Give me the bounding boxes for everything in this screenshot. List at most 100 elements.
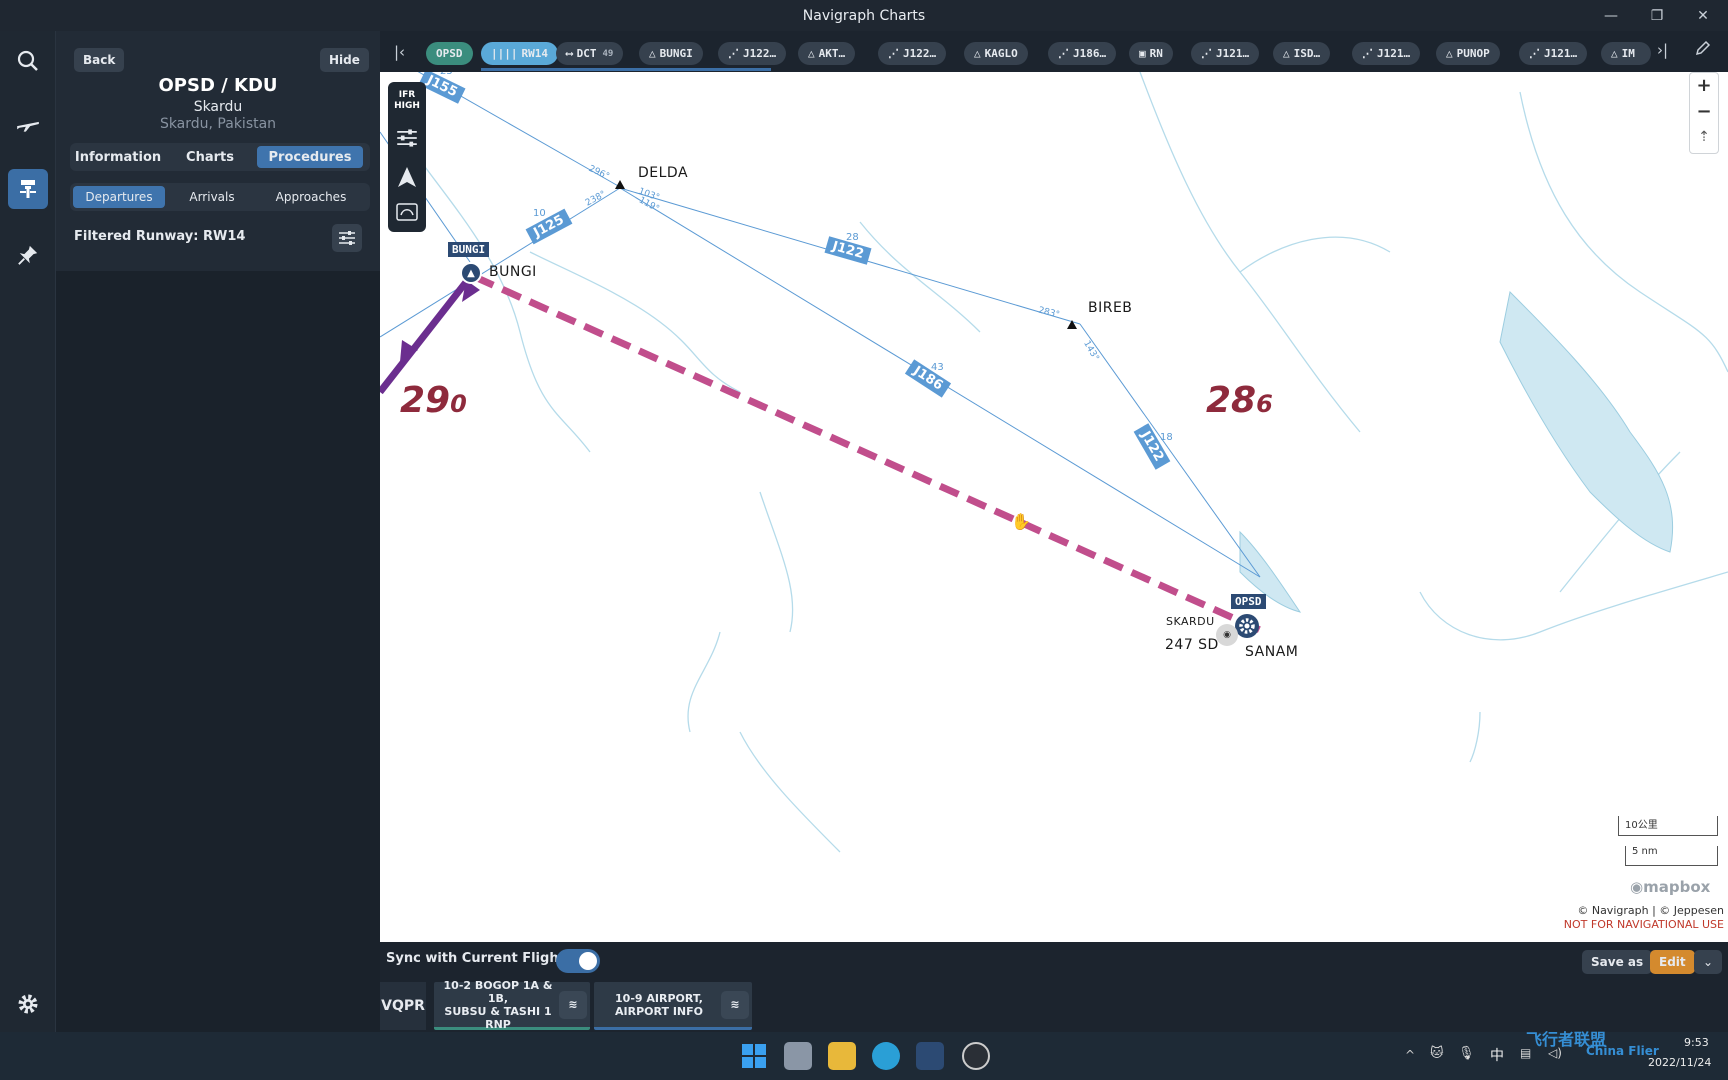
- tray-chevron-icon[interactable]: ^: [1405, 1048, 1415, 1062]
- edit-button[interactable]: Edit: [1650, 950, 1695, 974]
- pins-button[interactable]: [8, 235, 48, 275]
- flight-button[interactable]: [8, 104, 48, 144]
- back-button[interactable]: Back: [74, 48, 125, 72]
- waypoint-icon: △: [974, 47, 981, 60]
- chart-tile-line: 10-9 AIRPORT,: [615, 991, 703, 1005]
- chip-waypoint[interactable]: △ KAGLO: [964, 42, 1028, 65]
- clock-time[interactable]: 9:53: [1684, 1036, 1709, 1049]
- airway-j125-distance: 10: [533, 208, 546, 219]
- opsd-tag: OPSD: [1231, 594, 1266, 609]
- chip-waypoint[interactable]: △ IM: [1601, 42, 1651, 65]
- map-copyright: © Navigraph | © Jeppesen: [1577, 904, 1724, 917]
- map-tools: IFR HIGH: [388, 82, 426, 232]
- chip-label: J122…: [903, 47, 937, 60]
- ifr-high-button[interactable]: IFR HIGH: [388, 90, 426, 112]
- sync-toggle[interactable]: [556, 949, 600, 973]
- layers-button[interactable]: ≋: [721, 990, 749, 1019]
- tab-charts[interactable]: Charts: [167, 146, 253, 168]
- task-view-icon[interactable]: [784, 1042, 812, 1070]
- mora-right: 286: [1206, 380, 1273, 421]
- file-explorer-icon[interactable]: [828, 1042, 856, 1070]
- chip-navaid[interactable]: ▣ RN: [1129, 42, 1173, 65]
- chart-tile[interactable]: 10-2 BOGOP 1A & 1B, SUBSU & TASHI 1 RNP ≋: [434, 979, 590, 1031]
- waypoint-sanam[interactable]: SANAM: [1245, 644, 1298, 660]
- bungi-waypoint-icon[interactable]: ▲: [460, 262, 482, 284]
- subtab-departures[interactable]: Departures: [73, 186, 165, 208]
- compass-button[interactable]: ⇡: [1690, 129, 1718, 145]
- lake: [1499, 290, 1674, 553]
- chip-airway[interactable]: ⋰ J121…: [1352, 42, 1421, 65]
- airport-button[interactable]: [8, 169, 48, 209]
- strip-progress-bar: [481, 68, 771, 71]
- strip-start-button[interactable]: |‹: [394, 43, 414, 63]
- chip-airway[interactable]: ⋰ J121…: [1191, 42, 1260, 65]
- chip-waypoint[interactable]: △ BUNGI: [639, 42, 703, 65]
- obs-icon[interactable]: [962, 1042, 990, 1070]
- layers-button[interactable]: ≋: [559, 990, 587, 1019]
- microphone-icon[interactable]: 🎙: [1458, 1046, 1475, 1061]
- waypoint-icon: △: [1446, 47, 1453, 60]
- chip-airway[interactable]: ⋰ J121…: [1519, 42, 1588, 65]
- windows-icon: [742, 1044, 766, 1068]
- subtab-approaches[interactable]: Approaches: [259, 186, 363, 208]
- airway-icon: ⋰: [1529, 47, 1540, 60]
- ndb-icon[interactable]: ◉: [1216, 624, 1238, 646]
- chip-waypoint[interactable]: △ PUNOP: [1436, 42, 1500, 65]
- mapbox-logo: ◉mapbox: [1630, 878, 1711, 896]
- map-canvas: [380, 72, 1728, 853]
- chart-overlay-button[interactable]: [395, 202, 419, 226]
- tab-information[interactable]: Information: [73, 146, 163, 168]
- restore-button[interactable]: ❐: [1634, 0, 1680, 31]
- waypoint-icon: △: [808, 47, 815, 60]
- airport-gear-icon: [1239, 618, 1255, 634]
- north-up-button[interactable]: [397, 166, 417, 192]
- filter-button[interactable]: [332, 224, 362, 252]
- edit-route-button[interactable]: [1694, 39, 1716, 61]
- waypoint-delda[interactable]: DELDA: [638, 165, 688, 181]
- tray-app-icon[interactable]: 🐱: [1430, 1046, 1444, 1061]
- chip-airway[interactable]: ⋰ J122…: [718, 42, 787, 65]
- chip-waypoint[interactable]: △ ISD…: [1273, 42, 1331, 65]
- mora-subvalue: 0: [450, 390, 467, 418]
- chart-tile[interactable]: 10-9 AIRPORT, AIRPORT INFO ≋: [594, 982, 752, 1030]
- zoom-out-button[interactable]: −: [1690, 101, 1718, 122]
- airport-opsd-icon[interactable]: [1235, 614, 1259, 638]
- edge-browser-icon[interactable]: [872, 1042, 900, 1070]
- chip-airway[interactable]: ⋰ J186…: [1048, 42, 1117, 65]
- minimize-button[interactable]: —: [1588, 0, 1634, 31]
- waypoint-bungi[interactable]: BUNGI: [489, 264, 537, 280]
- chip-airport[interactable]: OPSD: [426, 42, 473, 65]
- zoom-in-button[interactable]: +: [1690, 75, 1718, 96]
- save-as-button[interactable]: Save as: [1582, 950, 1653, 974]
- chart-tile-line: SUBSU & TASHI 1 RNP: [444, 1004, 552, 1031]
- route-strip: |‹ OPSD |||| RW14 ⟷ DCT 49 △ BUNGI ⋰ J122… △ A…: [380, 31, 1728, 72]
- chart-airport-code: VQPR: [380, 982, 426, 1030]
- settings-button[interactable]: [8, 984, 48, 1024]
- start-button[interactable]: [740, 1042, 768, 1070]
- chip-label: DCT: [576, 47, 597, 60]
- enroute-map[interactable]: J155 25 J125 10 J122 28 J186 43 J122 18 …: [380, 72, 1728, 942]
- subtab-arrivals[interactable]: Arrivals: [169, 186, 255, 208]
- scale-km: 10公里: [1618, 816, 1718, 836]
- chip-airway[interactable]: ⋰ J122…: [878, 42, 947, 65]
- layers-sliders-button[interactable]: [396, 128, 418, 152]
- airway-icon: ⋰: [1201, 47, 1212, 60]
- navigraph-app-icon[interactable]: [916, 1042, 944, 1070]
- hide-button[interactable]: Hide: [320, 48, 369, 72]
- airway-icon: ⋰: [1058, 47, 1069, 60]
- tab-procedures[interactable]: Procedures: [257, 146, 363, 168]
- ime-indicator[interactable]: 中: [1490, 1045, 1504, 1065]
- chip-dct[interactable]: ⟷ DCT 49: [556, 42, 624, 65]
- chip-label: RN: [1149, 47, 1163, 60]
- search-button[interactable]: [8, 41, 48, 81]
- side-panel: Back Hide OPSD / KDU Skardu Skardu, Paki…: [56, 31, 380, 1032]
- expand-button[interactable]: ⌄: [1694, 950, 1722, 974]
- route-flown: [380, 274, 473, 395]
- navaid-skardu-frequency: 247 SD: [1165, 637, 1219, 653]
- strip-end-button[interactable]: ›|: [1657, 41, 1679, 63]
- chevron-down-icon: ⌄: [1702, 955, 1714, 969]
- close-button[interactable]: ✕: [1680, 0, 1726, 31]
- waypoint-bireb[interactable]: BIREB: [1088, 300, 1132, 316]
- chip-waypoint[interactable]: △ AKT…: [798, 42, 856, 65]
- chip-runway[interactable]: |||| RW14: [481, 42, 558, 65]
